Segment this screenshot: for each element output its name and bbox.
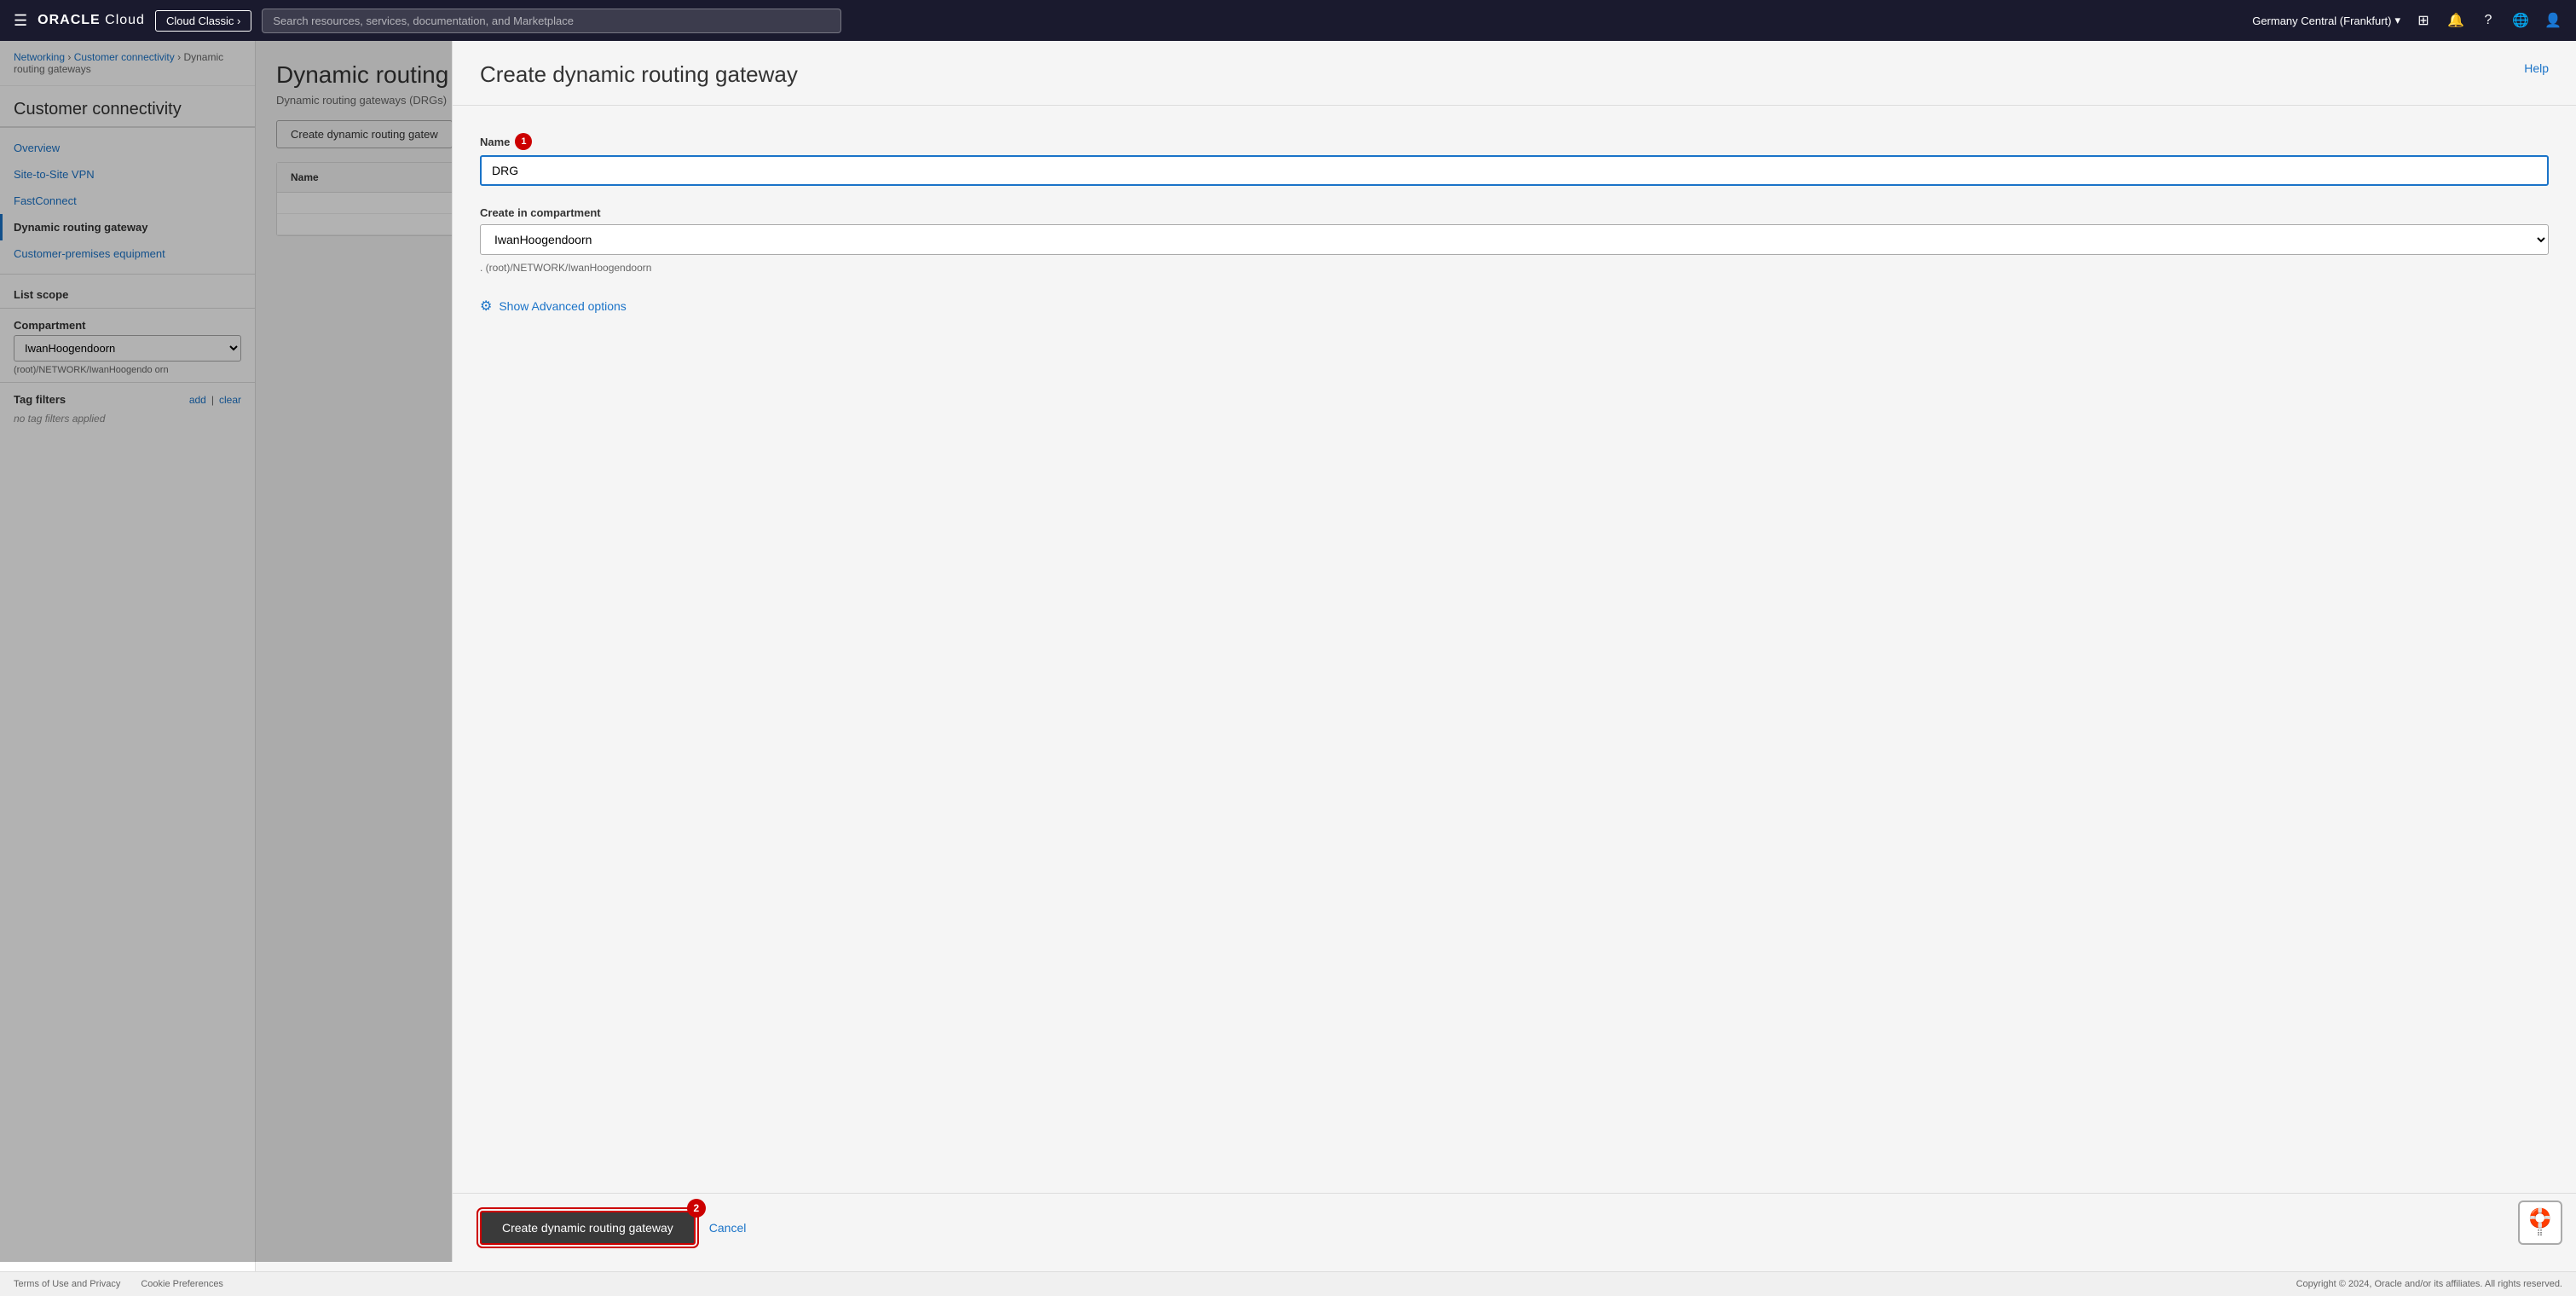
top-navigation: ☰ ORACLE Cloud Cloud Classic › Germany C…	[0, 0, 2576, 41]
help-icon[interactable]: ?	[2479, 11, 2498, 30]
name-input[interactable]	[480, 155, 2549, 186]
advanced-options-group: ⚙ Show Advanced options	[480, 298, 2549, 315]
cloud-classic-button[interactable]: Cloud Classic ›	[155, 10, 251, 32]
compartment-select-modal[interactable]: IwanHoogendoorn	[480, 224, 2549, 255]
region-selector[interactable]: Germany Central (Frankfurt) ▾	[2252, 14, 2400, 27]
globe-icon[interactable]: 🌐	[2511, 11, 2530, 30]
search-input[interactable]	[262, 9, 841, 33]
create-drg-modal: Create dynamic routing gateway Help Name…	[452, 41, 2576, 1262]
modal-header: Create dynamic routing gateway Help	[453, 41, 2576, 106]
user-avatar[interactable]: 👤	[2544, 11, 2562, 30]
help-widget-icon: 🛟	[2528, 1207, 2551, 1229]
oracle-logo: ORACLE Cloud	[38, 13, 145, 28]
modal-body: Name 1 Create in compartment IwanHoogend…	[453, 106, 2576, 1193]
terms-link[interactable]: Terms of Use and Privacy	[14, 1279, 120, 1289]
nav-right: Germany Central (Frankfurt) ▾ ⊞ 🔔 ? 🌐 👤	[2252, 11, 2562, 30]
compartment-field-group: Create in compartment IwanHoogendoorn . …	[480, 206, 2549, 277]
page-footer: Terms of Use and Privacy Cookie Preferen…	[0, 1271, 2576, 1296]
name-required-badge: 1	[515, 133, 532, 150]
advanced-options-icon: ⚙	[480, 298, 492, 315]
help-widget-dots: ⠿	[2537, 1229, 2544, 1239]
help-widget[interactable]: 🛟 ⠿	[2518, 1201, 2562, 1245]
cancel-button[interactable]: Cancel	[709, 1221, 747, 1235]
name-label: Name 1	[480, 133, 2549, 150]
bell-icon[interactable]: 🔔	[2446, 11, 2465, 30]
compartment-path-hint: . (root)/NETWORK/IwanHoogendoorn	[480, 258, 2549, 277]
create-drg-submit-button[interactable]: Create dynamic routing gateway	[480, 1211, 696, 1245]
modal-title: Create dynamic routing gateway	[480, 61, 798, 88]
copyright-text: Copyright © 2024, Oracle and/or its affi…	[2296, 1279, 2562, 1289]
cookie-preferences-link[interactable]: Cookie Preferences	[141, 1279, 223, 1289]
hamburger-menu[interactable]: ☰	[14, 12, 27, 30]
create-step-badge: 2	[687, 1199, 706, 1218]
modal-footer: 2 Create dynamic routing gateway Cancel	[453, 1193, 2576, 1262]
advanced-options-toggle[interactable]: ⚙ Show Advanced options	[480, 298, 2549, 315]
name-field-group: Name 1	[480, 133, 2549, 186]
modal-help-link[interactable]: Help	[2524, 61, 2549, 75]
compartment-label: Create in compartment	[480, 206, 2549, 219]
console-icon[interactable]: ⊞	[2414, 11, 2433, 30]
